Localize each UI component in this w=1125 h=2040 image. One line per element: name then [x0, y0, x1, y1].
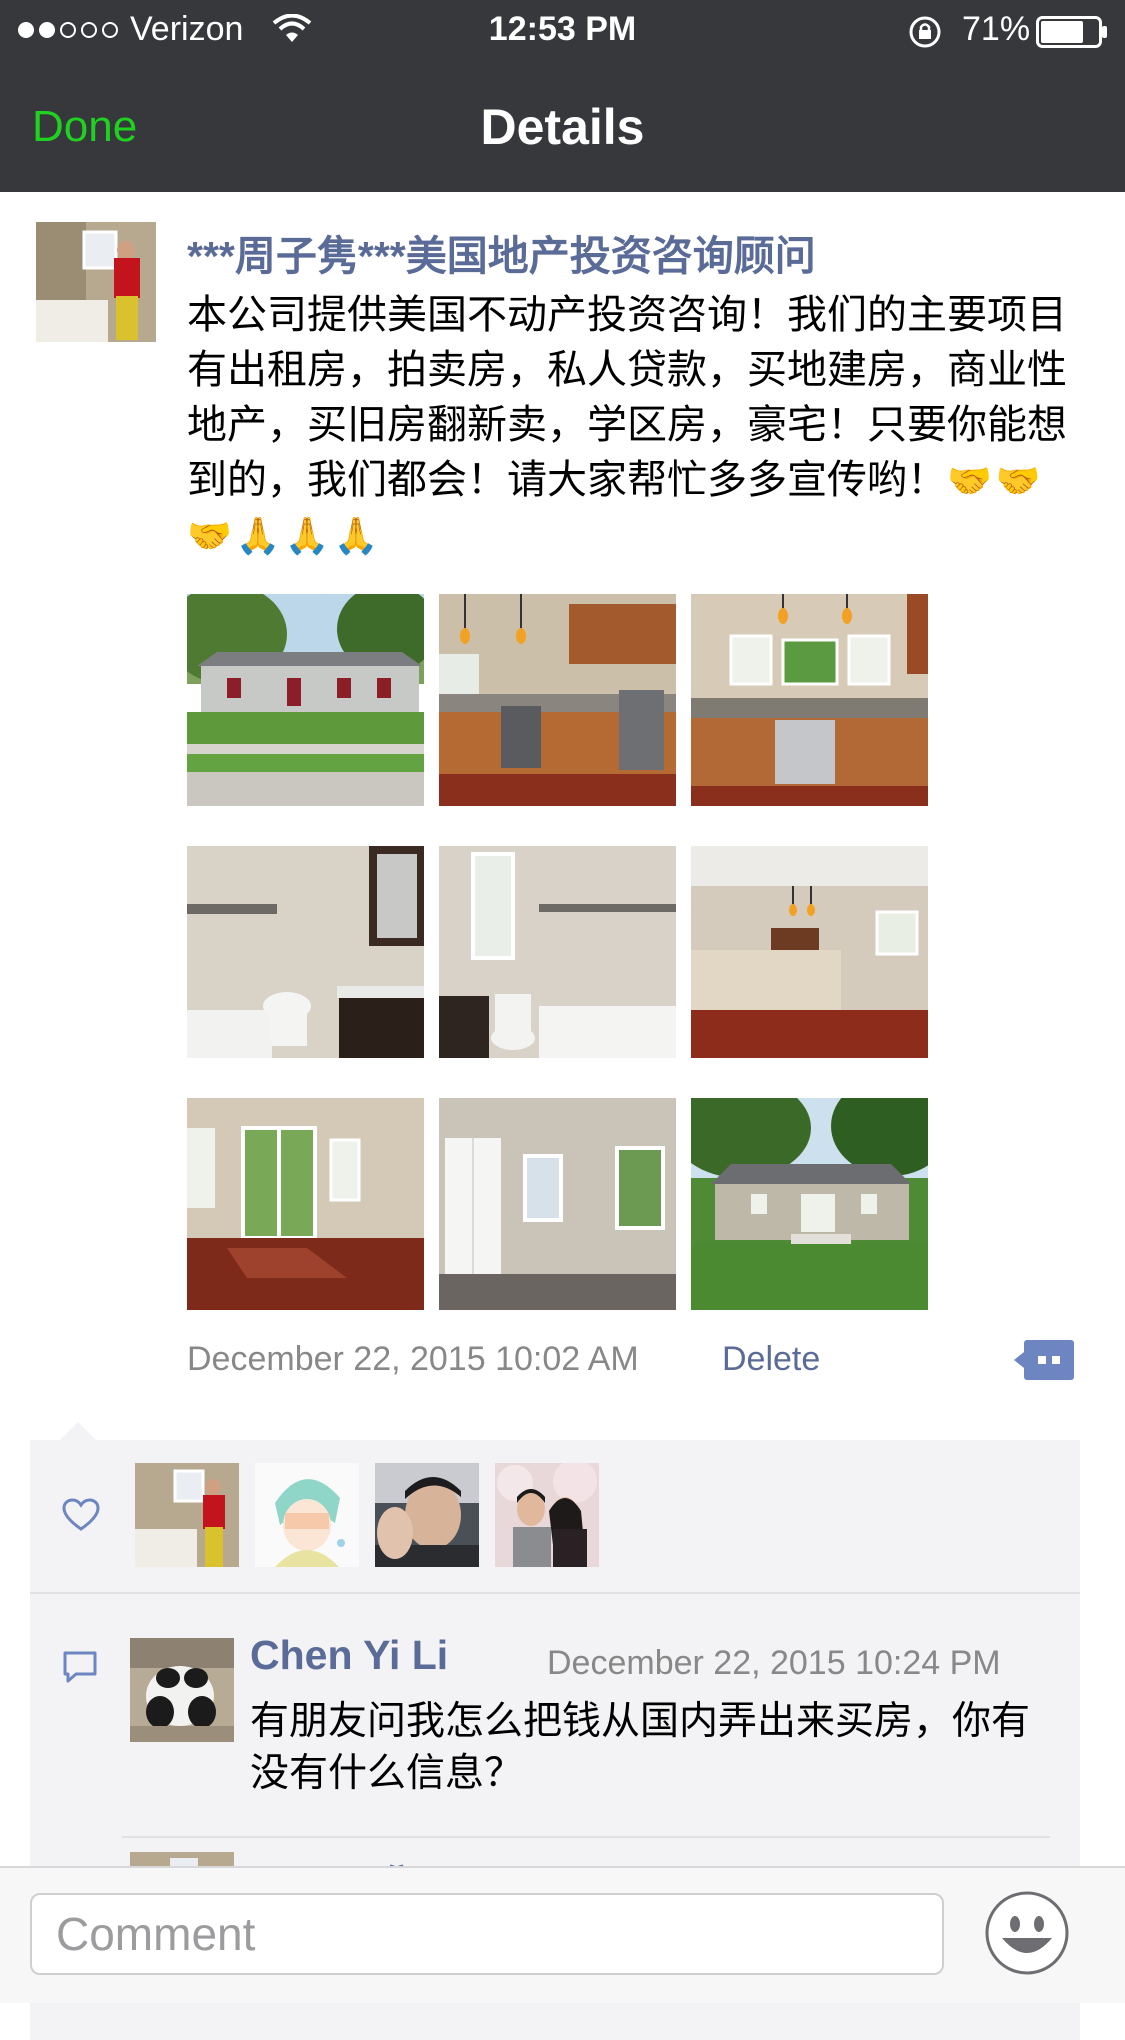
rotation-lock-icon [907, 14, 943, 55]
post-timestamp: December 22, 2015 10:02 AM [187, 1340, 639, 1378]
post-body-text: 本公司提供美国不动产投资咨询！我们的主要项目有出租房，拍卖房，私人贷款，买地建房… [187, 293, 1067, 502]
open-living-kitchen-photo[interactable] [691, 846, 928, 1058]
comment-timestamp: December 22, 2015 10:24 PM [547, 1644, 1001, 1682]
comment-like-menu-icon[interactable] [1014, 1338, 1074, 1382]
battery-percentage: 71% [962, 10, 1031, 48]
navigation-bar: Done Details [0, 62, 1125, 192]
comment-icon [62, 1650, 98, 1689]
house-back-photo[interactable] [691, 1098, 928, 1310]
heart-icon [62, 1498, 100, 1537]
delete-button[interactable]: Delete [722, 1340, 820, 1379]
page-title: Details [480, 99, 645, 155]
bathroom-tub-photo[interactable] [439, 846, 676, 1058]
liker-avatar-4[interactable] [495, 1463, 599, 1567]
bedroom-photo[interactable] [439, 1098, 676, 1310]
comment-author-name[interactable]: Chen Yi Li [250, 1632, 448, 1679]
emoji-icon[interactable] [984, 1890, 1070, 1981]
divider [122, 1836, 1050, 1838]
comment-text[interactable]: 有朋友问我怎么把钱从国内弄出来买房，你有没有什么信息？ [250, 1696, 1050, 1800]
kitchen-window-photo[interactable] [691, 594, 928, 806]
divider [30, 1592, 1080, 1594]
battery-icon [1036, 16, 1108, 53]
commenter-avatar[interactable] [130, 1638, 234, 1742]
liker-avatar-1[interactable] [135, 1463, 239, 1567]
clock: 12:53 PM [488, 10, 637, 48]
living-room-photo[interactable] [187, 1098, 424, 1310]
comment-input[interactable] [30, 1893, 944, 1975]
liker-avatar-2[interactable] [255, 1463, 359, 1567]
house-front-photo[interactable] [187, 594, 424, 806]
post-author-avatar[interactable] [36, 222, 156, 342]
liker-avatar-3[interactable] [375, 1463, 479, 1567]
status-bar: Verizon 12:53 PM 71% [0, 0, 1125, 62]
post-text: 本公司提供美国不动产投资咨询！我们的主要项目有出租房，拍卖房，私人贷款，买地建房… [187, 288, 1093, 563]
post-author-name[interactable]: ***周子隽***美国地产投资咨询顾问 [187, 222, 816, 282]
panel-pointer [60, 1422, 96, 1440]
bathroom-vanity-photo[interactable] [187, 846, 424, 1058]
kitchen-photo[interactable] [439, 594, 676, 806]
